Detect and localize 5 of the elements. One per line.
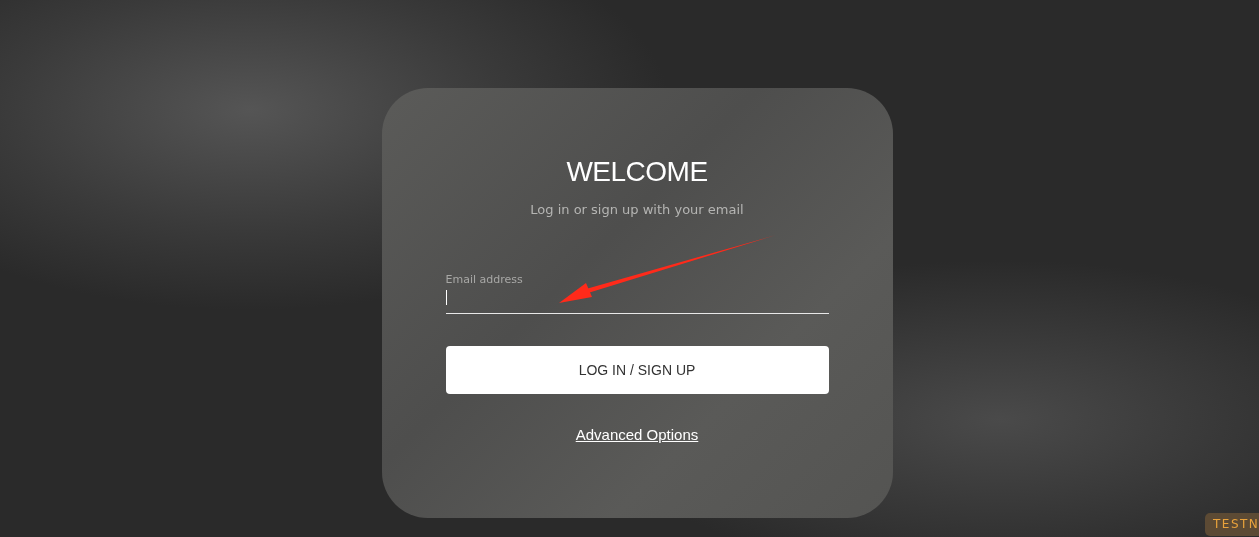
testnet-badge: TESTN [1205,513,1259,536]
subtitle: Log in or sign up with your email [530,202,744,218]
advanced-options-link[interactable]: Advanced Options [575,426,699,443]
welcome-title: WELCOME [566,156,708,188]
login-button[interactable]: LOG IN / SIGN UP [445,346,829,394]
